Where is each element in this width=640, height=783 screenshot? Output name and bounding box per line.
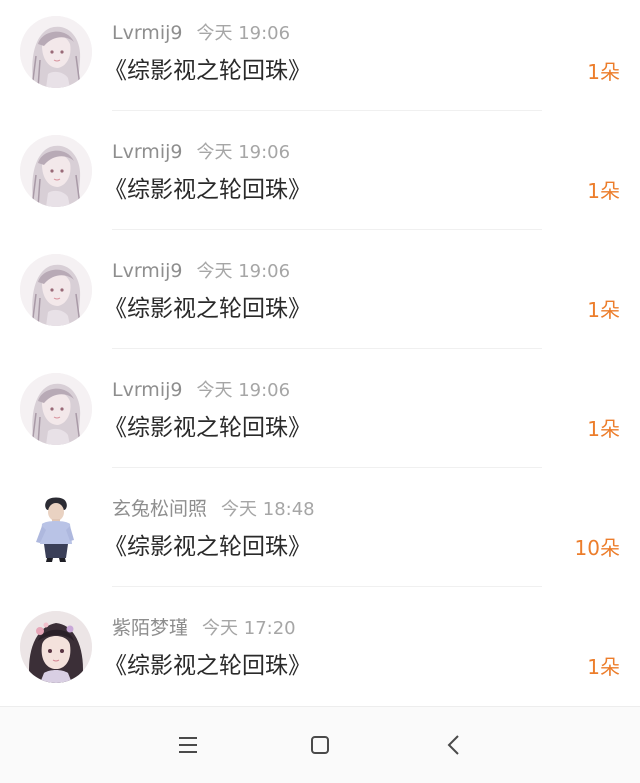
menu-icon[interactable] bbox=[170, 727, 206, 763]
avatar[interactable] bbox=[20, 373, 92, 445]
avatar[interactable] bbox=[20, 135, 92, 207]
timestamp: 今天 18:48 bbox=[221, 499, 315, 520]
flower-amount: 1朵 bbox=[587, 179, 620, 203]
divider bbox=[112, 110, 542, 111]
timestamp: 今天 19:06 bbox=[196, 142, 291, 163]
divider bbox=[112, 229, 542, 230]
system-nav-bar bbox=[0, 706, 640, 783]
username[interactable]: Lvrmij9 bbox=[112, 141, 182, 163]
list-item[interactable]: Lvrmij9 今天 19:06 《综影视之轮回珠》 1朵 bbox=[0, 357, 640, 476]
meta-line: Lvrmij9 今天 19:06 bbox=[112, 137, 290, 167]
book-title[interactable]: 《综影视之轮回珠》 bbox=[104, 54, 311, 88]
flower-amount: 10朵 bbox=[574, 536, 620, 560]
flower-amount: 1朵 bbox=[587, 417, 620, 441]
meta-line: 紫陌梦瑾 今天 17:20 bbox=[112, 613, 296, 643]
book-title[interactable]: 《综影视之轮回珠》 bbox=[104, 530, 311, 564]
username[interactable]: 紫陌梦瑾 bbox=[112, 617, 188, 639]
divider bbox=[112, 467, 542, 468]
list-item[interactable]: Lvrmij9 今天 19:06 《综影视之轮回珠》 1朵 bbox=[0, 119, 640, 238]
list-item[interactable]: Lvrmij9 今天 19:06 《综影视之轮回珠》 1朵 bbox=[0, 0, 640, 119]
divider bbox=[112, 586, 542, 587]
meta-line: Lvrmij9 今天 19:06 bbox=[112, 375, 290, 405]
avatar[interactable] bbox=[20, 16, 92, 88]
timestamp: 今天 17:20 bbox=[202, 618, 296, 639]
meta-line: Lvrmij9 今天 19:06 bbox=[112, 256, 290, 286]
book-title[interactable]: 《综影视之轮回珠》 bbox=[104, 173, 311, 207]
gift-record-list: Lvrmij9 今天 19:06 《综影视之轮回珠》 1朵 Lvrmij9 今天 1… bbox=[0, 0, 640, 706]
timestamp: 今天 19:06 bbox=[196, 23, 291, 44]
avatar[interactable] bbox=[20, 254, 92, 326]
list-item[interactable]: 玄兔松间照 今天 18:48 《综影视之轮回珠》 10朵 bbox=[0, 476, 640, 595]
divider bbox=[112, 348, 542, 349]
meta-line: 玄兔松间照 今天 18:48 bbox=[112, 494, 315, 524]
username[interactable]: Lvrmij9 bbox=[112, 260, 182, 282]
timestamp: 今天 19:06 bbox=[196, 380, 291, 401]
timestamp: 今天 19:06 bbox=[196, 261, 291, 282]
meta-line: Lvrmij9 今天 19:06 bbox=[112, 18, 290, 48]
flower-amount: 1朵 bbox=[587, 655, 620, 679]
username[interactable]: Lvrmij9 bbox=[112, 379, 182, 401]
flower-amount: 1朵 bbox=[587, 298, 620, 322]
back-chevron-icon[interactable] bbox=[436, 727, 472, 763]
avatar[interactable] bbox=[20, 492, 92, 564]
book-title[interactable]: 《综影视之轮回珠》 bbox=[104, 411, 311, 445]
avatar[interactable] bbox=[20, 611, 92, 683]
flower-amount: 1朵 bbox=[587, 60, 620, 84]
list-item[interactable]: 紫陌梦瑾 今天 17:20 《综影视之轮回珠》 1朵 bbox=[0, 595, 640, 714]
username[interactable]: Lvrmij9 bbox=[112, 22, 182, 44]
book-title[interactable]: 《综影视之轮回珠》 bbox=[104, 292, 311, 326]
home-square-icon[interactable] bbox=[302, 727, 338, 763]
username[interactable]: 玄兔松间照 bbox=[112, 498, 207, 520]
list-item[interactable]: Lvrmij9 今天 19:06 《综影视之轮回珠》 1朵 bbox=[0, 238, 640, 357]
book-title[interactable]: 《综影视之轮回珠》 bbox=[104, 649, 311, 683]
